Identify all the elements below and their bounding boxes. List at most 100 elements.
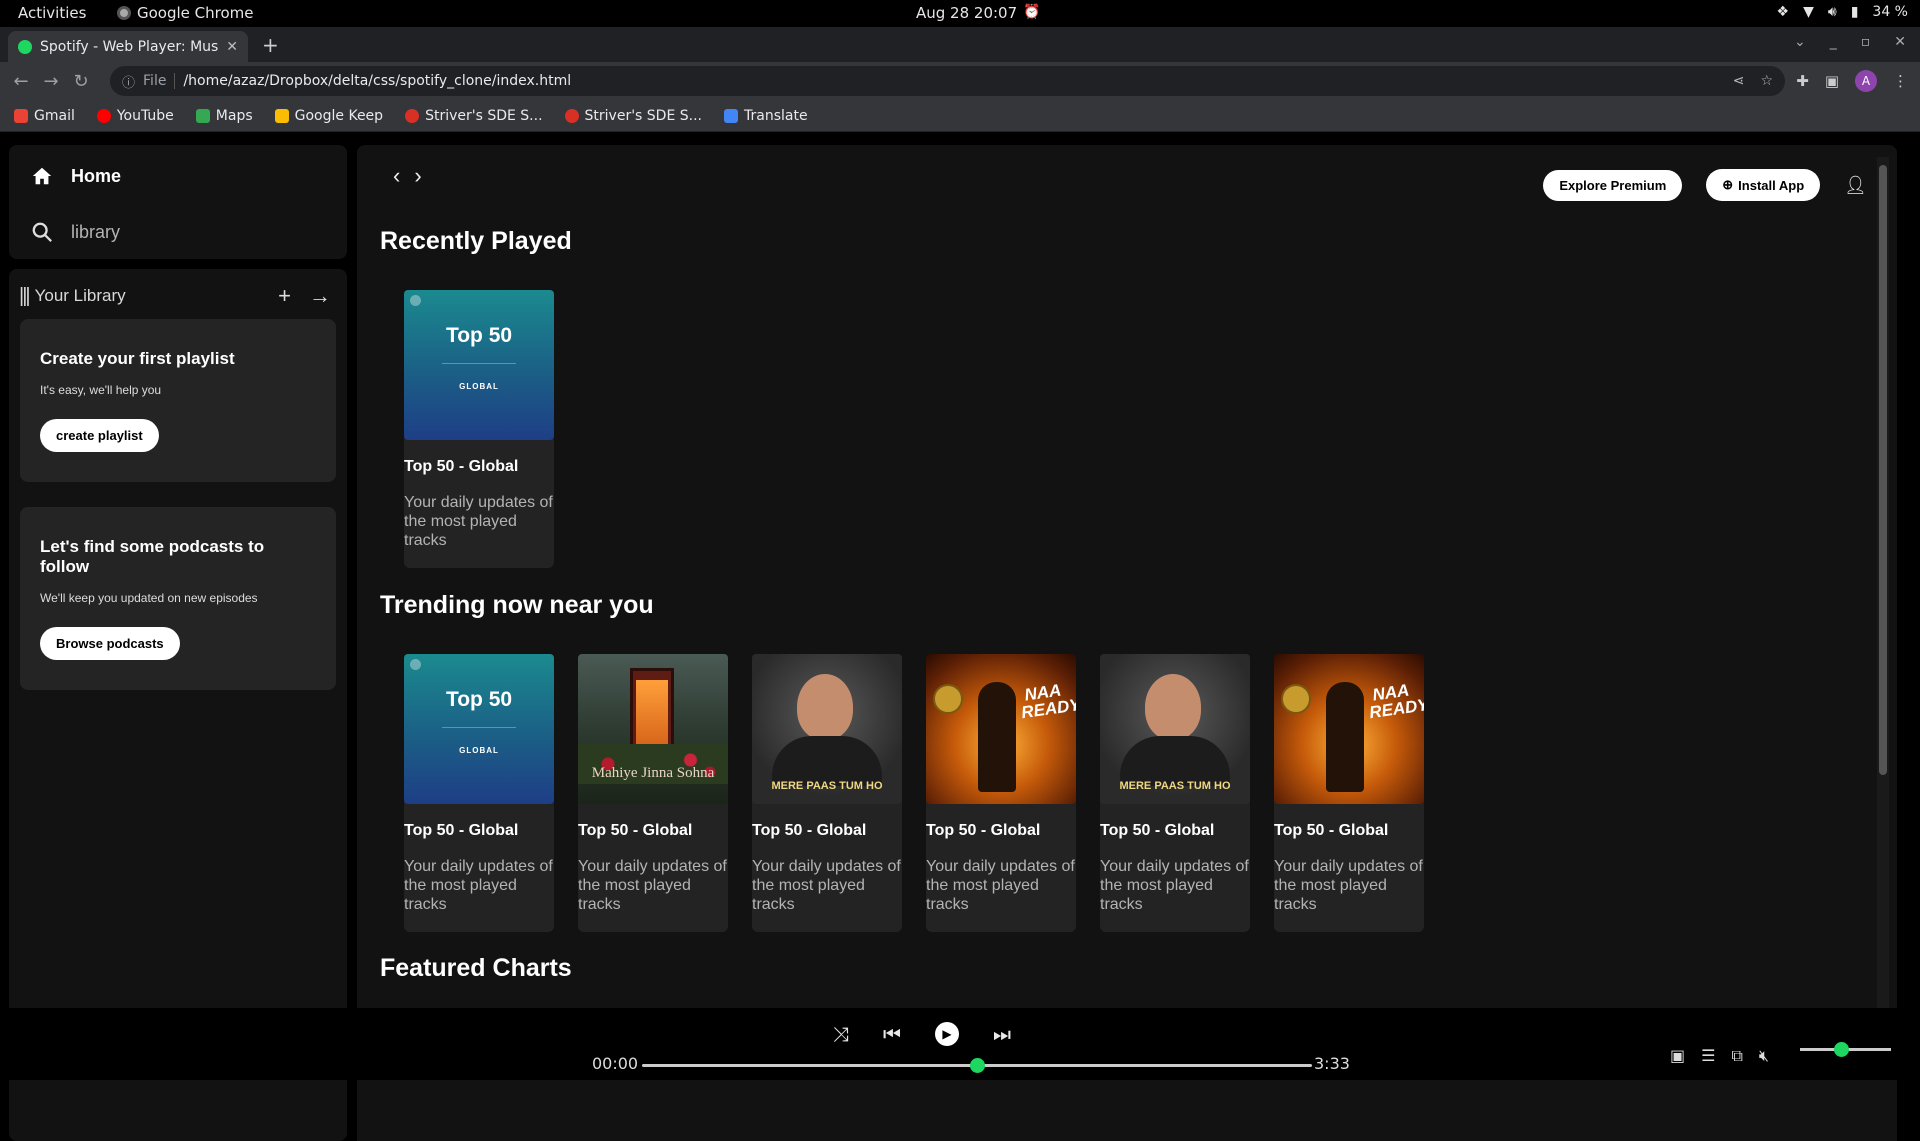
library-title[interactable]: Your Library <box>35 286 126 306</box>
browser-tab[interactable]: Spotify - Web Player: Musi ✕ <box>8 31 248 62</box>
back-icon[interactable]: ← <box>6 71 36 92</box>
search-label: library <box>71 221 121 242</box>
previous-icon[interactable]: ⏮ <box>883 1022 901 1046</box>
profile-avatar[interactable]: A <box>1855 70 1877 92</box>
extensions-puzzle-icon[interactable]: ✚ <box>1796 72 1809 90</box>
header-actions: Explore Premium ⊕ Install App 👤︎ <box>1543 169 1867 201</box>
home-label: Home <box>71 165 122 186</box>
top50-cover: Top 50 GLOBAL <box>404 654 554 804</box>
extra-controls: ▣ ☰ ⧉ 🔇︎ <box>1670 1046 1769 1066</box>
new-tab-button[interactable]: + <box>262 33 279 57</box>
user-icon[interactable]: 👤︎ <box>1844 175 1867 196</box>
podcasts-title: Let's find some podcasts to follow <box>40 537 265 576</box>
playlist-card[interactable]: NAA READY Top 50 - Global Your daily updat… <box>1274 654 1424 932</box>
bookmark-gmail[interactable]: Gmail <box>14 108 75 124</box>
minimize-icon[interactable]: _ <box>1830 34 1837 50</box>
top50-cover: Top 50 GLOBAL <box>404 290 554 440</box>
volume-slider[interactable] <box>1800 1042 1891 1057</box>
tab-search-icon[interactable]: ⌄ <box>1794 34 1806 50</box>
info-icon[interactable]: ⓘ <box>122 72 135 91</box>
create-playlist-button[interactable]: create playlist <box>40 419 159 452</box>
explore-premium-button[interactable]: Explore Premium <box>1543 169 1683 201</box>
chrome-menu-icon[interactable]: ⋮ <box>1893 72 1908 90</box>
bookmark-keep[interactable]: Google Keep <box>274 108 383 124</box>
recently-played-row: Top 50 GLOBAL Top 50 - Global Your daily up… <box>404 290 554 568</box>
app-name: Google Chrome <box>137 4 254 22</box>
maps-icon <box>195 108 210 123</box>
queue-icon[interactable]: ☰ <box>1701 1046 1715 1066</box>
download-circle-icon: ⊕ <box>1722 177 1734 192</box>
app-menu[interactable]: Google Chrome <box>117 4 254 22</box>
mute-icon[interactable]: 🔇︎ <box>1759 1046 1769 1066</box>
playlist-card[interactable]: Top 50 GLOBAL Top 50 - Global Your daily up… <box>404 290 554 568</box>
close-tab-icon[interactable]: ✕ <box>226 39 238 55</box>
history-nav: ‹ › <box>393 163 422 189</box>
home-icon <box>32 167 52 185</box>
side-panel-icon[interactable]: ▣ <box>1825 72 1839 90</box>
browse-podcasts-button[interactable]: Browse podcasts <box>40 627 180 660</box>
tab-strip: Spotify - Web Player: Musi ✕ + ⌄ _ ▫ ✕ <box>0 27 1920 62</box>
share-icon[interactable]: ⋖ <box>1733 73 1745 89</box>
reload-icon[interactable]: ↻ <box>66 71 96 92</box>
volume-handle[interactable] <box>1833 1042 1849 1057</box>
maximize-icon[interactable]: ▫ <box>1861 34 1871 50</box>
connect-device-icon[interactable]: ⧉ <box>1731 1046 1742 1066</box>
playlist-card[interactable]: Mahiye Jinna Sohna Top 50 - Global Your da… <box>578 654 728 932</box>
create-playlist-title: Create your first playlist <box>40 349 235 368</box>
close-window-icon[interactable]: ✕ <box>1894 34 1906 50</box>
keep-icon <box>274 108 289 123</box>
playlist-card[interactable]: NAA READY Top 50 - Global Your daily updat… <box>926 654 1076 932</box>
address-bar[interactable]: ⓘ File /home/azaz/Dropbox/delta/css/spot… <box>110 66 1785 96</box>
install-app-button[interactable]: ⊕ Install App <box>1706 169 1821 201</box>
url-text[interactable]: /home/azaz/Dropbox/delta/css/spotify_clo… <box>183 73 571 89</box>
shuffle-icon[interactable]: ⤨ <box>833 1022 849 1046</box>
next-icon[interactable]: ⏭ <box>993 1022 1011 1046</box>
tab-title: Spotify - Web Player: Musi <box>40 38 219 55</box>
scrollbar[interactable] <box>1877 157 1889 1019</box>
card-description: Your daily updates of the most played tr… <box>404 494 553 549</box>
create-playlist-card: Create your first playlist It's easy, we… <box>20 319 336 482</box>
bookmark-striver-1[interactable]: Striver's SDE S... <box>405 108 543 124</box>
album-cover: NAA READY <box>1274 654 1424 804</box>
album-cover: Mahiye Jinna Sohna <box>578 654 728 804</box>
bookmarks-bar: Gmail YouTube Maps Google Keep Striver's… <box>0 100 1920 132</box>
section-title-featured-charts: Featured Charts <box>380 954 572 982</box>
chrome-icon <box>117 6 131 20</box>
clock[interactable]: Aug 28 20:07 <box>916 4 1017 22</box>
create-playlist-subtitle: It's easy, we'll help you <box>40 383 162 397</box>
progress-bar[interactable] <box>642 1058 1312 1073</box>
bookmark-translate[interactable]: Translate <box>724 108 808 124</box>
section-title-recently-played: Recently Played <box>380 227 572 255</box>
album-cover: NAA READY <box>926 654 1076 804</box>
card-description: Your daily updates of the most played tr… <box>1274 858 1423 913</box>
playlist-card[interactable]: MERE PAAS TUM HO Top 50 - Global Your dail… <box>752 654 902 932</box>
sidebar-nav: Home library <box>9 145 347 259</box>
current-time: 00:00 <box>592 1054 639 1073</box>
bookmark-star-icon[interactable]: ☆ <box>1760 73 1773 89</box>
bookmark-maps[interactable]: Maps <box>195 108 253 124</box>
forward-icon[interactable]: → <box>36 71 66 92</box>
battery-icon: ▮ <box>1850 4 1859 20</box>
playlist-card[interactable]: Top 50 GLOBAL Top 50 - Global Your daily up… <box>404 654 554 932</box>
bookmark-youtube[interactable]: YouTube <box>96 108 174 124</box>
bookmark-striver-2[interactable]: Striver's SDE S... <box>564 108 702 124</box>
chevron-right-icon[interactable]: › <box>414 163 421 189</box>
arrow-right-icon[interactable]: → <box>309 283 331 309</box>
playlist-card[interactable]: MERE PAAS TUM HO Top 50 - Global Your dail… <box>1100 654 1250 932</box>
play-button[interactable]: ▶ <box>935 1022 959 1046</box>
scrollbar-thumb[interactable] <box>1879 165 1887 775</box>
sidebar-item-home[interactable]: Home <box>31 165 121 187</box>
now-playing-view-icon[interactable]: ▣ <box>1670 1046 1685 1066</box>
card-description: Your daily updates of the most played tr… <box>1100 858 1249 913</box>
spotify-page: Home library ||| Your Library + → Create… <box>0 133 1920 1141</box>
system-tray[interactable]: ❖ ▼ 🔊︎ ▮ 34 % <box>1777 4 1908 20</box>
url-scheme-label: File <box>143 73 176 89</box>
add-icon[interactable]: + <box>278 283 291 309</box>
card-title: Top 50 - Global <box>1100 822 1215 839</box>
chevron-left-icon[interactable]: ‹ <box>393 163 400 189</box>
sidebar-item-search[interactable]: library <box>31 221 120 243</box>
progress-handle[interactable] <box>970 1058 985 1073</box>
striver-icon <box>564 108 579 123</box>
activities-button[interactable]: Activities <box>18 4 86 22</box>
card-description: Your daily updates of the most played tr… <box>578 858 727 913</box>
